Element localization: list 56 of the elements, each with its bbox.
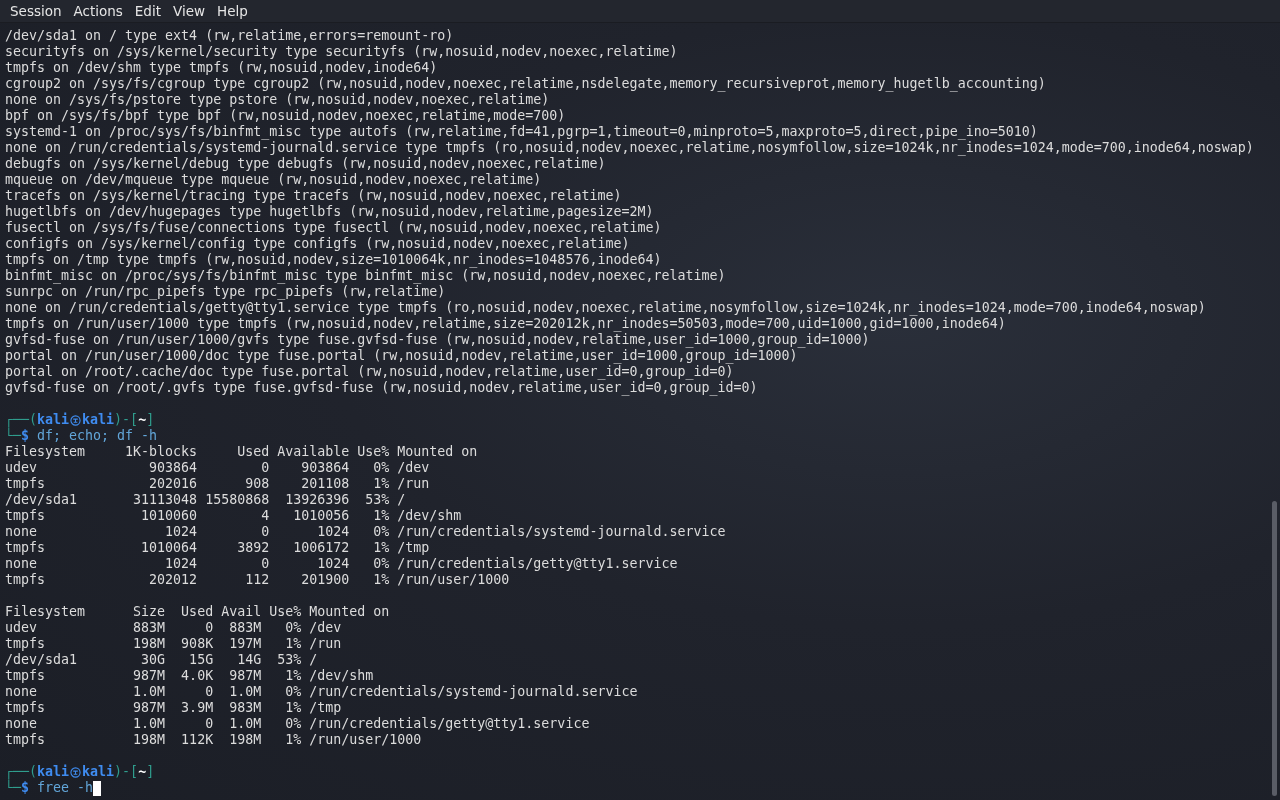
output-line: tmpfs 202012 112 201900 1% /run/user/1000 [5,572,510,588]
output-line: tmpfs 202016 908 201108 1% /run [5,476,430,492]
output-line: tmpfs 987M 3.9M 983M 1% /tmp [5,700,342,716]
output-line: Filesystem 1K-blocks Used Available Use% Mounted on [5,444,478,460]
output-line: sunrpc on /run/rpc_pipefs type rpc_pipefs (rw,relatime) [5,284,446,300]
prompt-user: ┌──(kali [5,412,70,428]
output-line: udev 903864 0 903864 0% /dev [5,460,430,476]
menu-item[interactable]: Help [211,1,254,21]
output-line: gvfsd-fuse on /run/user/1000/gvfs type fuse.gvfsd-fuse (rw,nosuid,nodev,relatime,user_id=1000,group_id=1000) [5,332,870,348]
output-line: portal on /root/.cache/doc type fuse.portal (rw,nosuid,nodev,relatime,user_id=0,group_id=0) [5,364,734,380]
output-line: portal on /run/user/1000/doc type fuse.portal (rw,nosuid,nodev,relatime,user_id=1000,group_id=1000) [5,348,798,364]
output-line: tmpfs 198M 908K 197M 1% /run [5,636,342,652]
output-line: none on /run/credentials/systemd-journald.service type tmpfs (ro,nosuid,nodev,noexec,relatime,nosymfollow,size=1024k,nr_inodes=1024,mode=700,inode64,noswap) [5,140,1254,156]
circled-symbol-icon [70,766,82,778]
output-line: udev 883M 0 883M 0% /dev [5,620,342,636]
output-line: debugfs on /sys/kernel/debug type debugfs (rw,nosuid,nodev,noexec,relatime) [5,156,606,172]
output-line: fusectl on /sys/fs/fuse/connections type fusectl (rw,nosuid,nodev,noexec,relatime) [5,220,662,236]
scrollbar-thumb[interactable] [1272,501,1277,796]
output-line: /dev/sda1 31113048 15580868 13926396 53% / [5,492,406,508]
output-line: none 1024 0 1024 0% /run/credentials/systemd-journald.service [5,524,726,540]
output-line: tmpfs 987M 4.0K 987M 1% /dev/shm [5,668,374,684]
prompt-host-path: kali)-[~] [82,764,155,780]
output-line: tmpfs 1010060 4 1010056 1% /dev/shm [5,508,462,524]
output-line: Filesystem Size Used Avail Use% Mounted on [5,604,390,620]
output-line: tracefs on /sys/kernel/tracing type tracefs (rw,nosuid,nodev,noexec,relatime) [5,188,622,204]
output-line: systemd-1 on /proc/sys/fs/binfmt_misc type autofs (rw,relatime,fd=41,pgrp=1,timeout=0,minproto=5,maxproto=5,direct,pipe_ino=5010) [5,124,1038,140]
output-line: tmpfs on /dev/shm type tmpfs (rw,nosuid,nodev,inode64) [5,60,438,76]
prompt-host-path: kali)-[~] [82,412,155,428]
output-line: /dev/sda1 on / type ext4 (rw,relatime,errors=remount-ro) [5,28,454,44]
output-line: tmpfs 1010064 3892 1006172 1% /tmp [5,540,430,556]
output-line: /dev/sda1 30G 15G 14G 53% / [5,652,318,668]
menu-item[interactable]: Session [4,1,68,21]
circled-symbol-icon [70,414,82,426]
output-line: tmpfs 198M 112K 198M 1% /run/user/1000 [5,732,422,748]
output-line: cgroup2 on /sys/fs/cgroup type cgroup2 (rw,nosuid,nodev,noexec,relatime,nsdelegate,memory_recursiveprot,memory_hugetlb_accounting) [5,76,1046,92]
output-line: mqueue on /dev/mqueue type mqueue (rw,nosuid,nodev,noexec,relatime) [5,172,542,188]
output-line: none 1.0M 0 1.0M 0% /run/credentials/getty@tty1.service [5,716,590,732]
output-line: securityfs on /sys/kernel/security type securityfs (rw,nosuid,nodev,noexec,relatime) [5,44,678,60]
output-line: tmpfs on /run/user/1000 type tmpfs (rw,nosuid,nodev,relatime,size=202012k,nr_inodes=50503,mode=700,uid=1000,gid=1000,inode64) [5,316,1006,332]
output-line: tmpfs on /tmp type tmpfs (rw,nosuid,nodev,size=1010064k,nr_inodes=1048576,inode64) [5,252,662,268]
output-line: none 1024 0 1024 0% /run/credentials/getty@tty1.service [5,556,678,572]
output-line: bpf on /sys/fs/bpf type bpf (rw,nosuid,nodev,noexec,relatime,mode=700) [5,108,566,124]
output-line: gvfsd-fuse on /root/.gvfs type fuse.gvfsd-fuse (rw,nosuid,nodev,relatime,user_id=0,group_id=0) [5,380,758,396]
output-line: none 1.0M 0 1.0M 0% /run/credentials/systemd-journald.service [5,684,638,700]
menu-item[interactable]: Actions [67,1,129,21]
output-line: hugetlbfs on /dev/hugepages type hugetlbfs (rw,nosuid,nodev,relatime,pagesize=2M) [5,204,654,220]
command-line[interactable]: └─$ free -h [5,780,94,796]
menu-item[interactable]: Edit [128,1,167,21]
menu-item[interactable]: View [167,1,212,21]
prompt-user: ┌──(kali [5,764,70,780]
output-line: none on /sys/fs/pstore type pstore (rw,nosuid,nodev,noexec,relatime) [5,92,550,108]
output-line: binfmt_misc on /proc/sys/fs/binfmt_misc type binfmt_misc (rw,nosuid,nodev,noexec,relatime) [5,268,726,284]
output-line: configfs on /sys/kernel/config type configfs (rw,nosuid,nodev,noexec,relatime) [5,236,630,252]
text-cursor [93,780,102,796]
command-line[interactable]: └─$ df; echo; df -h [5,428,158,444]
output-line: none on /run/credentials/getty@tty1.service type tmpfs (ro,nosuid,nodev,noexec,relatime,nosymfollow,size=1024k,nr_inodes=1024,mode=700,inode64,noswap) [5,300,1206,316]
